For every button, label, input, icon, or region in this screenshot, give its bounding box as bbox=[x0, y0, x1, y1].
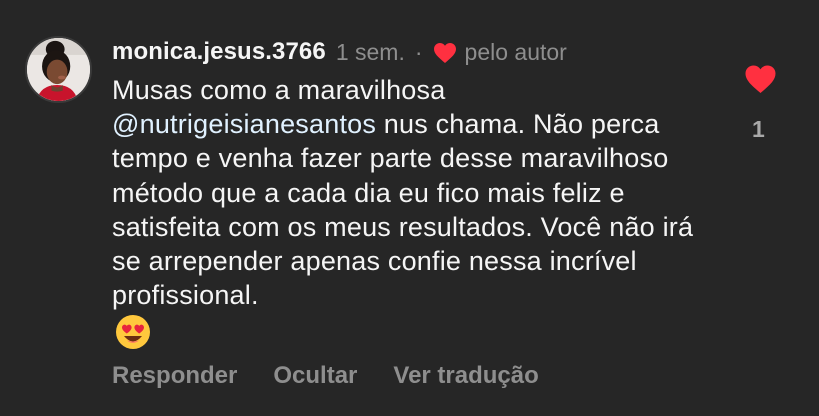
comment-text: Musas como a maravilhosa @nutrigeisianes… bbox=[112, 73, 712, 351]
comment-header: monica.jesus.3766 1 sem. · pelo autor bbox=[112, 37, 567, 67]
like-heart-icon[interactable] bbox=[744, 64, 777, 95]
author-liked-heart-icon bbox=[433, 43, 456, 63]
comment-text-rest: nus chama. Não perca tempo e venha fazer… bbox=[112, 109, 694, 311]
comment-text-start: Musas como a maravilhosa bbox=[112, 75, 446, 105]
username[interactable]: monica.jesus.3766 bbox=[112, 38, 326, 66]
mention-link[interactable]: @nutrigeisianesantos bbox=[112, 109, 376, 139]
separator: · bbox=[414, 38, 423, 65]
see-translation-button[interactable]: Ver tradução bbox=[393, 362, 538, 390]
reply-button[interactable]: Responder bbox=[112, 362, 237, 390]
timestamp[interactable]: 1 sem. bbox=[336, 39, 405, 66]
profile-photo bbox=[27, 38, 90, 101]
avatar[interactable] bbox=[25, 36, 92, 103]
heart-eyes-emoji-icon bbox=[116, 315, 150, 350]
author-liked-label: pelo autor bbox=[464, 38, 567, 65]
hide-button[interactable]: Ocultar bbox=[273, 362, 357, 390]
like-count: 1 bbox=[752, 116, 765, 142]
comment-actions: Responder Ocultar Ver tradução bbox=[112, 362, 539, 390]
